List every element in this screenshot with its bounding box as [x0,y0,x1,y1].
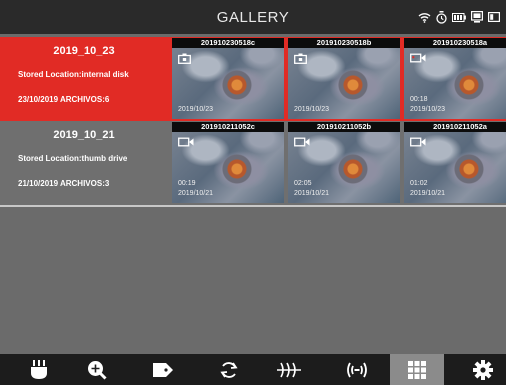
card-icon [488,12,500,22]
thumbnail-date: 2019/10/21 [410,190,446,197]
thumbnail[interactable]: 201910211052b 02:05 2019/10/21 [288,122,400,203]
row-location: Stored Location:thumb drive [18,154,128,163]
rotate-button[interactable] [202,354,256,385]
tag-button[interactable] [136,354,190,385]
snapshot-icon [294,53,307,64]
thumbnail-duration: 02:05 [294,180,312,187]
video-icon [410,137,426,147]
wifi-icon [418,12,431,23]
row-info: 2019_10_23 Stored Location:internal disk… [0,37,168,121]
thumbnail-date: 2019/10/21 [178,190,214,197]
thumbnail-filename: 201910211052b [288,122,400,132]
zoom-in-button[interactable] [70,354,124,385]
light-icon [31,359,47,379]
row-date: 2019_10_21 [53,129,115,141]
thumbnail-filename: 201910211052c [172,122,284,132]
gallery-row-selected[interactable]: 2019_10_23 Stored Location:internal disk… [0,37,506,121]
grid-button[interactable] [390,354,444,385]
status-icons [418,9,500,25]
thumbnail-duration: 01:02 [410,180,428,187]
thumbnail-duration: 00:18 [410,96,428,103]
snapshot-icon [178,53,191,64]
thumbnail-date: 2019/10/23 [410,106,446,113]
thumbnail-date: 2019/10/21 [294,190,330,197]
thumbnail-date: 2019/10/23 [294,106,330,113]
video-icon [294,137,310,147]
thumbnail-filename: 201910230518c [172,38,284,48]
grid-icon [408,360,426,379]
row-location: Stored Location:internal disk [18,70,129,79]
thumbnail-filename: 201910230518b [288,38,400,48]
tag-icon [153,362,173,377]
thumbnail[interactable]: 201910211052a 01:02 2019/10/21 [404,122,506,203]
filter-icon [277,362,301,377]
row-files: 21/10/2019 ARCHIVOS:3 [18,179,110,188]
video-icon [410,53,426,63]
row-info: 2019_10_21 Stored Location:thumb drive 2… [0,121,168,205]
thumbnail-duration: 00:19 [178,180,196,187]
row-files: 23/10/2019 ARCHIVOS:6 [18,95,110,104]
battery-icon [452,12,466,22]
header-bar: GALLERY [0,0,506,34]
gallery-row[interactable]: 2019_10_21 Stored Location:thumb drive 2… [0,121,506,207]
light-button[interactable] [12,354,66,385]
thumbnail[interactable]: 201910230518b 2019/10/23 [288,38,400,119]
filter-button[interactable] [262,354,316,385]
video-icon [178,137,194,147]
bottom-toolbar [0,354,506,385]
thumbnail-filename: 201910230518a [404,38,506,48]
zoom-in-icon [88,360,107,380]
settings-button[interactable] [456,354,506,385]
thumbnail-filename: 201910211052a [404,122,506,132]
rotate-icon [220,361,238,378]
thumbnail[interactable]: 201910211052c 00:19 2019/10/21 [172,122,284,203]
signal-icon [347,362,367,377]
signal-button[interactable] [330,354,384,385]
settings-icon [473,359,493,380]
thumbnail-date: 2019/10/23 [178,106,214,113]
storage-icon [471,11,483,23]
thumbnail[interactable]: 201910230518c 2019/10/23 [172,38,284,119]
thumbnail[interactable]: 201910230518a 00:18 2019/10/23 [404,38,506,119]
row-date: 2019_10_23 [53,45,115,57]
timer-icon [436,10,447,24]
